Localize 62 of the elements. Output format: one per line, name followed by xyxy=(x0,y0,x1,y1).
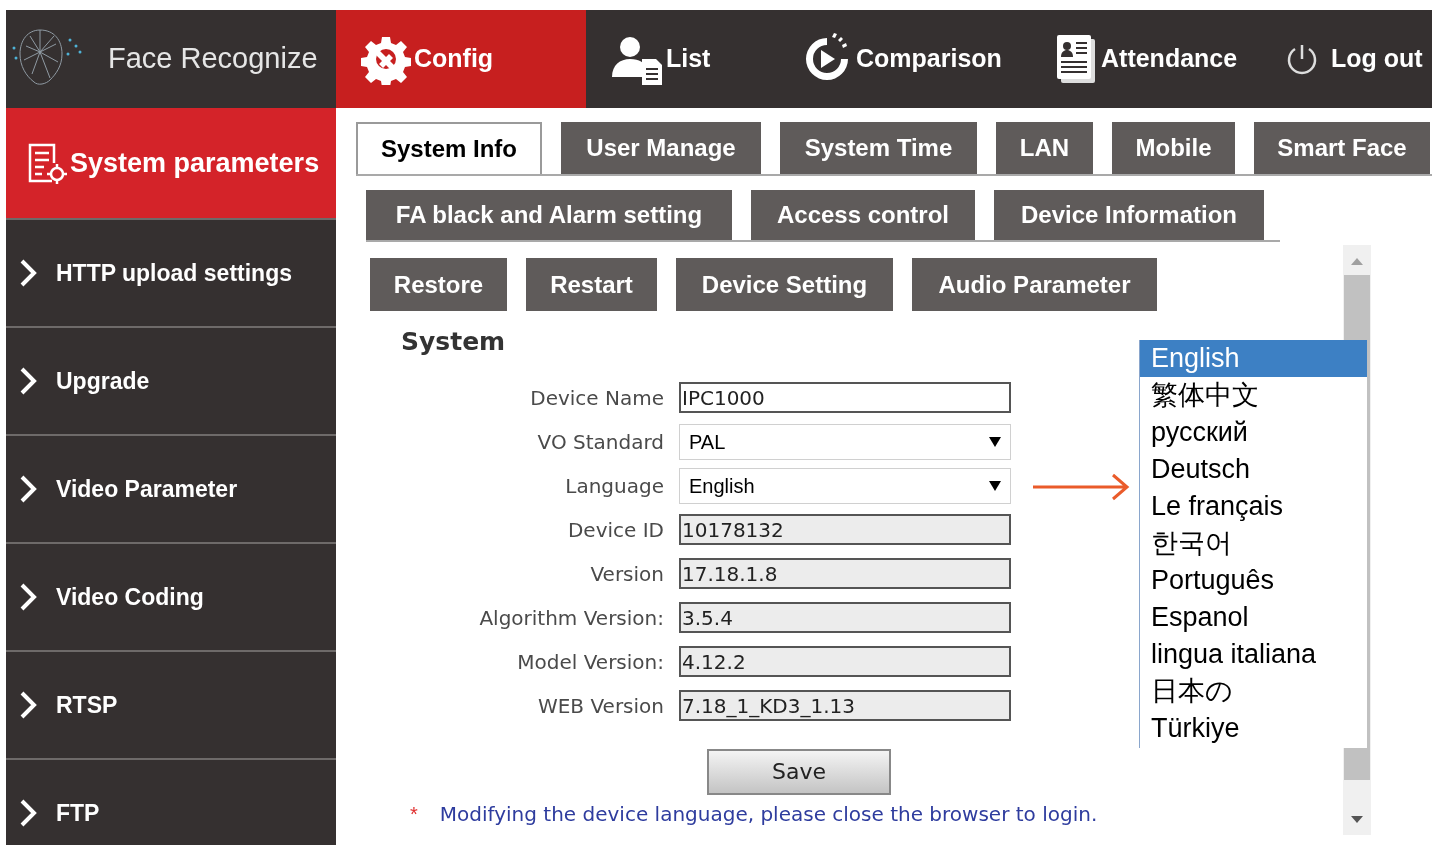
chevron-right-icon xyxy=(18,691,38,719)
input-field[interactable]: IPC1000 xyxy=(679,382,1011,413)
language-option[interactable]: Português xyxy=(1140,562,1367,599)
language-option[interactable]: Espanol xyxy=(1140,599,1367,636)
field-label: WEB Version xyxy=(536,692,665,720)
chevron-right-icon xyxy=(18,259,38,287)
app-title: Face Recognize xyxy=(108,41,318,77)
nav-tab[interactable]: Comparison xyxy=(776,10,1031,108)
tab[interactable]: System Info xyxy=(356,122,542,174)
select-field[interactable]: English xyxy=(679,467,1011,504)
input-field[interactable]: 3.5.4 xyxy=(679,602,1011,633)
action-button[interactable]: Audio Parameter xyxy=(912,258,1157,311)
field-label: Version xyxy=(589,560,665,588)
language-option[interactable]: Türkiye xyxy=(1140,710,1367,747)
action-button[interactable]: Restore xyxy=(370,258,507,311)
language-dropdown-menu[interactable]: English 繁体中文 русский Deutsch Le français 한국어 Português Espanol lingua italiana 日本の Türkiye xyxy=(1139,340,1367,748)
chevron-right-icon xyxy=(18,583,38,611)
field-label: Algorithm Version: xyxy=(478,604,665,632)
field-label: VO Standard xyxy=(536,428,665,456)
tab[interactable]: User Manage xyxy=(561,122,761,174)
required-mark: * xyxy=(410,801,418,827)
dropdown-arrow-icon xyxy=(989,436,1001,447)
tab[interactable]: Device Information xyxy=(994,190,1264,240)
language-option[interactable]: lingua italiana xyxy=(1140,636,1367,673)
language-option[interactable]: Le français xyxy=(1140,488,1367,525)
chevron-right-icon xyxy=(18,799,38,827)
dropdown-arrow-icon xyxy=(989,480,1001,491)
language-option[interactable]: 日本の xyxy=(1140,673,1367,710)
chevron-right-icon xyxy=(18,475,38,503)
input-field[interactable]: 7.18_1_KD3_1.13 xyxy=(679,690,1011,721)
chevron-right-icon xyxy=(18,367,38,395)
save-button[interactable]: Save xyxy=(707,748,891,795)
nav-tab[interactable]: Log out xyxy=(1261,10,1431,108)
language-option[interactable]: русский xyxy=(1140,414,1367,451)
language-option[interactable]: Deutsch xyxy=(1140,451,1367,488)
tab[interactable]: System Time xyxy=(780,122,977,174)
power-icon xyxy=(1285,42,1319,76)
field-label: Model Version: xyxy=(516,648,665,676)
input-field[interactable]: 10178132 xyxy=(679,514,1011,545)
action-button[interactable]: Restart xyxy=(526,258,657,311)
tab[interactable]: Mobile xyxy=(1112,122,1235,174)
nav-tab[interactable]: Config xyxy=(336,10,586,108)
action-button[interactable]: Device Setting xyxy=(676,258,893,311)
field-label: Device ID xyxy=(566,516,665,544)
select-field[interactable]: PAL xyxy=(679,423,1011,460)
sidebar-item[interactable]: System parameters xyxy=(6,108,336,218)
tab[interactable]: Access control xyxy=(751,190,975,240)
language-option[interactable]: 한국어 xyxy=(1140,525,1367,562)
nav-tab[interactable]: List xyxy=(586,10,776,108)
input-field[interactable]: 4.12.2 xyxy=(679,646,1011,677)
tab[interactable]: LAN xyxy=(996,122,1093,174)
language-option[interactable]: 繁体中文 xyxy=(1140,377,1367,414)
field-label: Device Name xyxy=(529,384,665,412)
tab[interactable]: FA black and Alarm setting xyxy=(366,190,732,240)
language-option[interactable]: English xyxy=(1140,340,1367,377)
field-label: Language xyxy=(564,472,665,500)
tab[interactable]: Smart Face xyxy=(1254,122,1430,174)
input-field[interactable]: 17.18.1.8 xyxy=(679,558,1011,589)
document-gear-icon xyxy=(26,141,68,185)
section-title: System xyxy=(401,326,506,358)
nav-tab[interactable]: Attendance xyxy=(1031,10,1261,108)
language-note: Modifying the device language, please close the browser to login. xyxy=(439,800,1098,828)
